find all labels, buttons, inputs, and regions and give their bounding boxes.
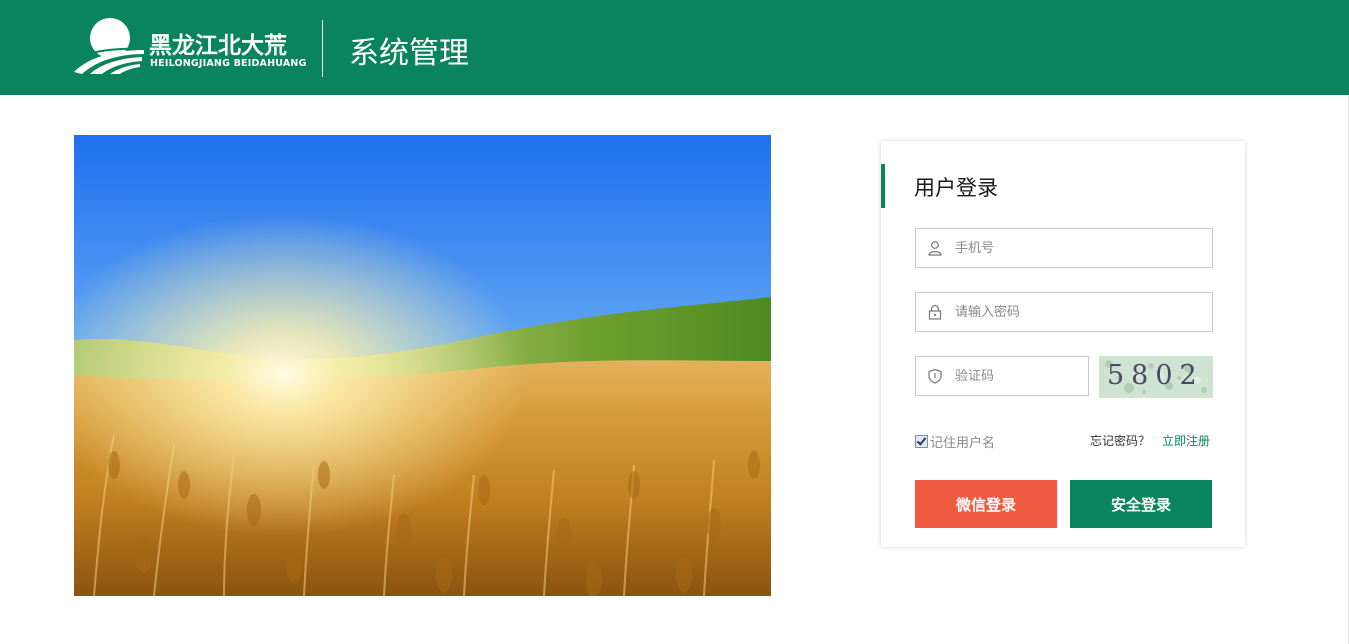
lock-icon [927, 304, 943, 320]
forgot-password-link[interactable]: 忘记密码？ [1090, 432, 1150, 449]
remember-username-label: 记住用户名 [930, 436, 996, 451]
captcha-field[interactable] [915, 356, 1089, 396]
wheat-field-image [74, 135, 771, 596]
user-icon [927, 240, 943, 256]
wheat-field-illustration [74, 135, 771, 596]
captcha-image[interactable]: 5802 [1099, 356, 1213, 398]
phone-field[interactable] [915, 228, 1213, 268]
register-link[interactable]: 立即注册 [1162, 432, 1210, 449]
password-field[interactable] [915, 292, 1213, 332]
wechat-login-button[interactable]: 微信登录 [915, 480, 1057, 528]
checkbox-checked-icon[interactable] [915, 435, 928, 448]
system-title: 系统管理 [349, 36, 469, 71]
password-input[interactable] [955, 293, 1205, 331]
beidahuang-logo[interactable]: 黑龙江北大荒 HEILONGJIANG BEIDAHUANG [72, 16, 306, 78]
logo-chinese-text: 黑龙江北大荒 [149, 33, 287, 59]
logo-english-text: HEILONGJIANG BEIDAHUANG [150, 58, 307, 69]
secure-login-button[interactable]: 安全登录 [1070, 480, 1212, 528]
phone-input[interactable] [955, 229, 1205, 267]
remember-username-checkbox[interactable]: 记住用户名 [915, 432, 995, 451]
login-panel: 用户登录 手机号 验证码 5802 记住用户名 忘记密码？ 立即注册 微信登录 … [881, 141, 1245, 547]
shield-icon [927, 368, 943, 384]
login-title-accent [881, 164, 885, 208]
login-title: 用户登录 [914, 176, 998, 200]
captcha-text: 5802 [1107, 360, 1204, 391]
header-divider [322, 20, 323, 77]
captcha-input[interactable] [955, 357, 1080, 395]
top-header: 黑龙江北大荒 HEILONGJIANG BEIDAHUANG 系统管理 [0, 0, 1349, 95]
